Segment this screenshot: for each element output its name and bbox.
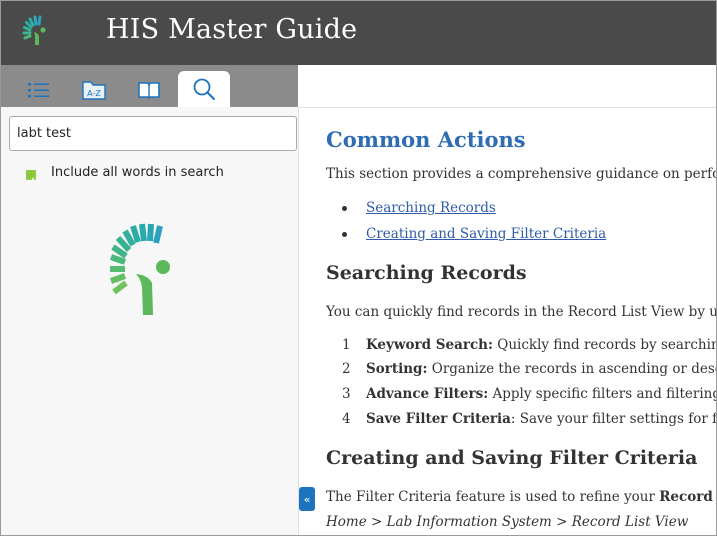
item-number: 1 (342, 337, 351, 353)
search-input[interactable] (9, 116, 297, 151)
collapse-sidebar-button[interactable]: « (299, 487, 315, 511)
item-text: Apply specific filters and filtering log… (492, 386, 716, 402)
app-window: HIS Master Guide A-Z labt test Include a… (0, 0, 717, 536)
a-z-index-icon: A-Z (82, 81, 106, 100)
list-item: 1 Keyword Search: Quickly find records by… (326, 337, 716, 353)
page-title: Common Actions (326, 127, 526, 152)
link-searching-records[interactable]: Searching Records (366, 200, 496, 216)
item-text: : Save your filter settings for future u (510, 411, 716, 427)
app-title: HIS Master Guide (106, 14, 358, 45)
section-heading-searching: Searching Records (326, 262, 527, 284)
tab-index[interactable]: A-Z (68, 73, 120, 107)
search-icon (193, 78, 215, 100)
item-number: 3 (342, 386, 351, 402)
tab-search[interactable] (178, 71, 230, 107)
item-number: 2 (342, 361, 351, 377)
item-term: Advance Filters: (366, 386, 489, 402)
list-item: 2 Sorting: Organize the records in ascend… (326, 361, 716, 377)
brand-logo-large (109, 223, 170, 315)
book-icon (138, 82, 160, 100)
intro-text: This section provides a comprehensive gu… (326, 166, 716, 182)
list-icon (28, 83, 49, 98)
section-text-filter-bold: Record List Vi (659, 489, 716, 505)
list-item: 3 Advance Filters: Apply specific filters… (326, 386, 716, 402)
link-creating-saving-filter[interactable]: Creating and Saving Filter Criteria (366, 226, 606, 242)
content-top-strip (298, 65, 716, 108)
brand-logo (22, 15, 46, 45)
section-text-filter-body: The Filter Criteria feature is used to r… (326, 489, 660, 505)
section-text-filter: The Filter Criteria feature is used to r… (326, 489, 716, 505)
include-all-words-checkbox[interactable] (26, 170, 36, 184)
item-text: Quickly find records by searching for l (497, 337, 716, 353)
topic-content: Common Actions This section provides a c… (326, 107, 716, 535)
tab-glossary[interactable] (123, 73, 175, 107)
item-text: Organize the records in ascending or des… (431, 361, 716, 377)
item-term: Sorting: (366, 361, 428, 377)
item-term: Save Filter Criteria (366, 411, 511, 427)
item-number: 4 (342, 411, 351, 427)
section-text-searching: You can quickly find records in the Reco… (326, 304, 716, 320)
a-z-label: A-Z (87, 89, 101, 98)
bullet-dot (342, 206, 347, 211)
section-heading-filter: Creating and Saving Filter Criteria (326, 447, 698, 469)
sidebar-tabbar: A-Z (1, 65, 298, 107)
header-bar: HIS Master Guide (1, 1, 716, 65)
include-all-words-label[interactable]: Include all words in search (51, 165, 224, 180)
search-panel: Include all words in search (1, 107, 299, 535)
bullet-dot (342, 232, 347, 237)
list-item: 4 Save Filter Criteria: Save your filter … (326, 411, 716, 427)
breadcrumb[interactable]: Home > Lab Information System > Record L… (326, 514, 688, 530)
checkmark-icon (27, 177, 35, 184)
item-term: Keyword Search: (366, 337, 493, 353)
tab-contents[interactable] (13, 73, 65, 107)
